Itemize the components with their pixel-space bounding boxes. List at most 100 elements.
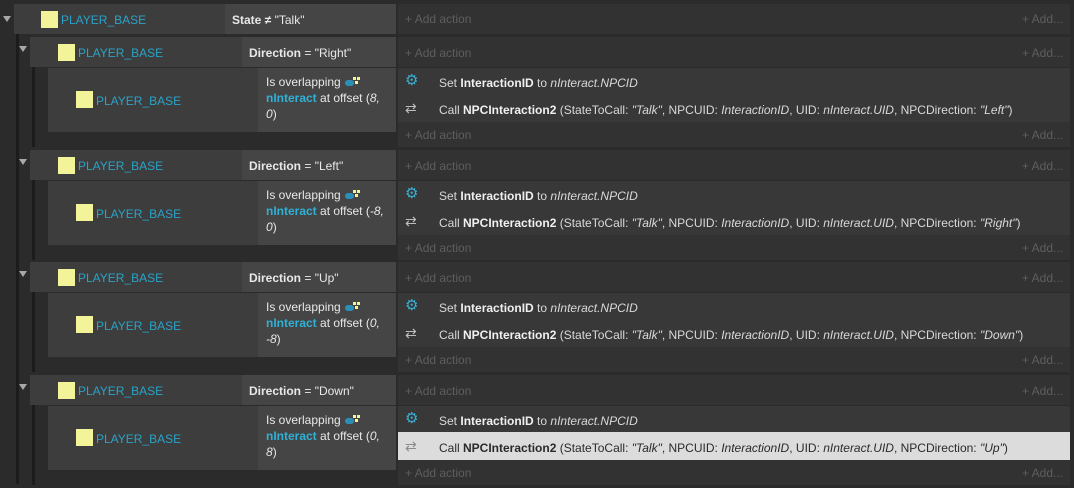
action-call-p3: , UID: [789, 103, 824, 117]
offset-x: 8, [369, 91, 380, 105]
add-action-link[interactable]: + Add action [405, 159, 471, 173]
action-call-p5: ) [1008, 103, 1013, 117]
add-more-link[interactable]: + Add... [1005, 466, 1063, 480]
action-call-p2: , NPCUID: [661, 103, 722, 117]
add-more-link[interactable]: + Add... [1005, 384, 1063, 398]
action-set-text[interactable]: Set InteractionID to nInteract.NPCID [439, 414, 638, 428]
direction-actions-panel[interactable] [398, 262, 1070, 292]
action-call-text[interactable]: Call NPCInteraction2 (StateToCall: "Talk… [439, 441, 1008, 455]
direction-condition[interactable]: Direction = "Left" [249, 159, 343, 173]
action-set-to: to [533, 301, 551, 315]
object-name[interactable]: PLAYER_BASE [78, 159, 163, 173]
object-name[interactable]: PLAYER_BASE [78, 46, 163, 60]
offset-close: ) [276, 332, 281, 346]
direction-actions-panel[interactable] [398, 150, 1070, 180]
add-more-link[interactable]: + Add... [1005, 12, 1063, 26]
add-action-link[interactable]: + Add action [405, 241, 471, 255]
action-set-text[interactable]: Set InteractionID to nInteract.NPCID [439, 76, 638, 90]
add-action-link[interactable]: + Add action [405, 353, 471, 367]
direction-condition[interactable]: Direction = "Down" [249, 384, 354, 398]
add-action-link[interactable]: + Add action [405, 46, 471, 60]
plus-icon: + [1021, 159, 1032, 173]
overlap-condition[interactable]: Is overlapping nInteract at offset (8, 0… [266, 74, 394, 122]
add-more-link[interactable]: + Add... [1005, 46, 1063, 60]
add-more-link[interactable]: + Add... [1005, 353, 1063, 367]
action-set-to: to [533, 76, 551, 90]
object-icon [58, 157, 75, 174]
condition-label: State ≠ [232, 13, 275, 27]
action-set-text[interactable]: Set InteractionID to nInteract.NPCID [439, 189, 638, 203]
object-name[interactable]: PLAYER_BASE [96, 207, 181, 221]
event-top[interactable]: PLAYER_BASE State ≠ "Talk" + Add action … [0, 4, 1070, 34]
action-call-p4: , NPCDirection: [893, 441, 980, 455]
expand-arrow-icon[interactable] [19, 384, 27, 390]
plus-icon: + [405, 46, 415, 60]
action-set-expression: nInteract.NPCID [550, 301, 638, 315]
action-set-variable: InteractionID [460, 414, 534, 428]
action-call-p3: , UID: [789, 328, 824, 342]
object-name[interactable]: PLAYER_BASE [78, 271, 163, 285]
direction-actions-panel[interactable] [398, 37, 1070, 67]
action-call-text[interactable]: Call NPCInteraction2 (StateToCall: "Talk… [439, 103, 1013, 117]
expand-arrow-icon[interactable] [3, 16, 11, 22]
offset-label: at offset ( [316, 91, 370, 105]
direction-value: = "Down" [304, 384, 354, 398]
add-action-link[interactable]: + Add action [405, 466, 471, 480]
add-action-label: Add action [414, 46, 472, 60]
offset-y: 8 [266, 445, 273, 459]
action-call-statetocall: "Talk" [631, 216, 662, 230]
action-set-prefix: Set [439, 301, 461, 315]
top-actions-panel[interactable] [398, 4, 1070, 34]
overlap-condition[interactable]: Is overlapping nInteract at offset (0, 8… [266, 412, 394, 460]
direction-actions-panel[interactable] [398, 375, 1070, 405]
add-more-label: Add... [1031, 12, 1063, 26]
expand-arrow-icon[interactable] [19, 46, 27, 52]
action-call-p4: , NPCDirection: [893, 103, 980, 117]
action-call-p3: , UID: [789, 441, 824, 455]
object-name[interactable]: PLAYER_BASE [96, 94, 181, 108]
direction-condition[interactable]: Direction = "Up" [249, 271, 339, 285]
object-name[interactable]: PLAYER_BASE [96, 432, 181, 446]
action-call-p1: (StateToCall: [556, 328, 632, 342]
gear-icon: ⚙ [405, 72, 419, 89]
action-call-statetocall: "Talk" [631, 328, 662, 342]
action-set-text[interactable]: Set InteractionID to nInteract.NPCID [439, 301, 638, 315]
add-more-link[interactable]: + Add... [1005, 128, 1063, 142]
add-action-link[interactable]: + Add action [405, 12, 471, 26]
direction-condition[interactable]: Direction = "Right" [249, 46, 351, 60]
add-more-link[interactable]: + Add... [1005, 241, 1063, 255]
add-more-link[interactable]: + Add... [1005, 159, 1063, 173]
action-call-npcuid: InteractionID [721, 441, 790, 455]
action-call-prefix: Call [439, 103, 464, 117]
object-name[interactable]: PLAYER_BASE [61, 13, 146, 27]
add-action-link[interactable]: + Add action [405, 271, 471, 285]
object-name[interactable]: PLAYER_BASE [78, 384, 163, 398]
overlap-object: nInteract [266, 316, 317, 330]
overlap-condition[interactable]: Is overlapping nInteract at offset (0, -… [266, 299, 394, 347]
sub-event-block: PLAYER_BASE Direction = "Right" + Add ac… [0, 34, 1074, 147]
object-icon [58, 382, 75, 399]
plus-icon: + [1021, 128, 1032, 142]
add-more-link[interactable]: + Add... [1005, 271, 1063, 285]
expand-arrow-icon[interactable] [19, 159, 27, 165]
action-call-text[interactable]: Call NPCInteraction2 (StateToCall: "Talk… [439, 328, 1023, 342]
offset-label: at offset ( [316, 429, 370, 443]
expand-arrow-icon[interactable] [19, 271, 27, 277]
object-name[interactable]: PLAYER_BASE [96, 319, 181, 333]
plus-icon: + [1021, 241, 1032, 255]
add-action-link[interactable]: + Add action [405, 384, 471, 398]
action-call-uid: nInteract.UID [823, 216, 894, 230]
overlap-label: Is overlapping [266, 413, 341, 427]
overlap-condition[interactable]: Is overlapping nInteract at offset (-8, … [266, 187, 394, 235]
direction-label: Direction [249, 271, 302, 285]
direction-label: Direction [249, 159, 302, 173]
action-call-npcdirection: "Right" [979, 216, 1017, 230]
action-call-statetocall: "Talk" [631, 103, 662, 117]
condition-state[interactable]: State ≠ "Talk" [232, 13, 304, 27]
action-call-text[interactable]: Call NPCInteraction2 (StateToCall: "Talk… [439, 216, 1021, 230]
action-call-function: NPCInteraction2 [463, 216, 557, 230]
add-more-label: Add... [1031, 353, 1063, 367]
object-icon [58, 44, 75, 61]
add-more-label: Add... [1031, 128, 1063, 142]
add-action-link[interactable]: + Add action [405, 128, 471, 142]
